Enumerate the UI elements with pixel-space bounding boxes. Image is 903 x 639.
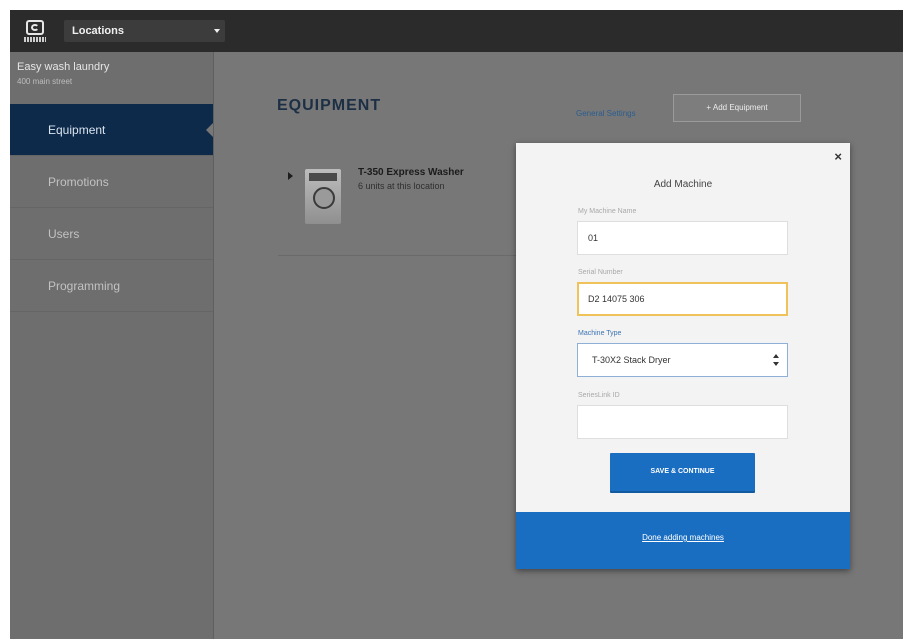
serial-number-input[interactable]: D2 14075 306 (577, 282, 788, 316)
location-select-label: Locations (72, 25, 124, 37)
modal-title: Add Machine (653, 179, 713, 190)
brand-logo[interactable] (20, 16, 50, 46)
page-title: EQUIPMENT (277, 97, 382, 114)
org-address: 400 main street (17, 77, 73, 86)
equipment-name: T-350 Express Washer (358, 167, 464, 178)
equipment-units: 6 units at this location (358, 181, 445, 191)
sidebar-item-equipment[interactable]: Equipment (10, 104, 213, 156)
location-select[interactable]: Locations (64, 20, 225, 42)
chevron-down-icon (214, 29, 220, 33)
select-arrows-icon (773, 354, 779, 366)
sidebar-item-label: Equipment (48, 123, 106, 137)
done-adding-link[interactable]: Done adding machines (516, 533, 850, 542)
serial-number-label: Serial Number (578, 269, 623, 276)
logo-mark-icon (26, 20, 44, 35)
modal-footer: Done adding machines (516, 512, 850, 569)
logo-wordmark (24, 37, 46, 42)
app-window: Locations Easy wash laundry 400 main str… (10, 10, 903, 639)
sidebar-item-promotions[interactable]: Promotions (10, 156, 213, 208)
org-name: Easy wash laundry (17, 61, 110, 73)
sidebar-item-users[interactable]: Users (10, 208, 213, 260)
machine-name-label: My Machine Name (578, 208, 637, 215)
sidebar-item-label: Users (48, 227, 80, 241)
machine-type-value: T-30X2 Stack Dryer (592, 355, 671, 365)
machine-type-label: Machine Type (578, 330, 622, 337)
top-bar: Locations (10, 10, 903, 52)
sidebar-item-label: Promotions (48, 175, 109, 189)
machine-type-select[interactable]: T-30X2 Stack Dryer (577, 343, 788, 377)
sidebar: Easy wash laundry 400 main street Equipm… (10, 52, 214, 639)
machine-name-input[interactable]: 01 (577, 221, 788, 255)
sidebar-item-programming[interactable]: Programming (10, 260, 213, 312)
add-machine-modal: × Add Machine My Machine Name 01 Serial … (516, 143, 850, 569)
sidebar-item-label: Programming (48, 279, 121, 293)
washer-thumbnail (305, 169, 341, 224)
serieslink-id-label: SeriesLink ID (578, 392, 620, 399)
add-equipment-button[interactable]: + Add Equipment (673, 94, 801, 122)
save-continue-button[interactable]: SAVE & CONTINUE (610, 453, 755, 491)
general-settings-link[interactable]: General Settings (576, 109, 636, 118)
serieslink-id-input[interactable] (577, 405, 788, 439)
equipment-row[interactable]: T-350 Express Washer 6 units at this loc… (278, 163, 528, 256)
caret-right-icon[interactable] (288, 172, 293, 180)
close-icon[interactable]: × (834, 149, 842, 164)
